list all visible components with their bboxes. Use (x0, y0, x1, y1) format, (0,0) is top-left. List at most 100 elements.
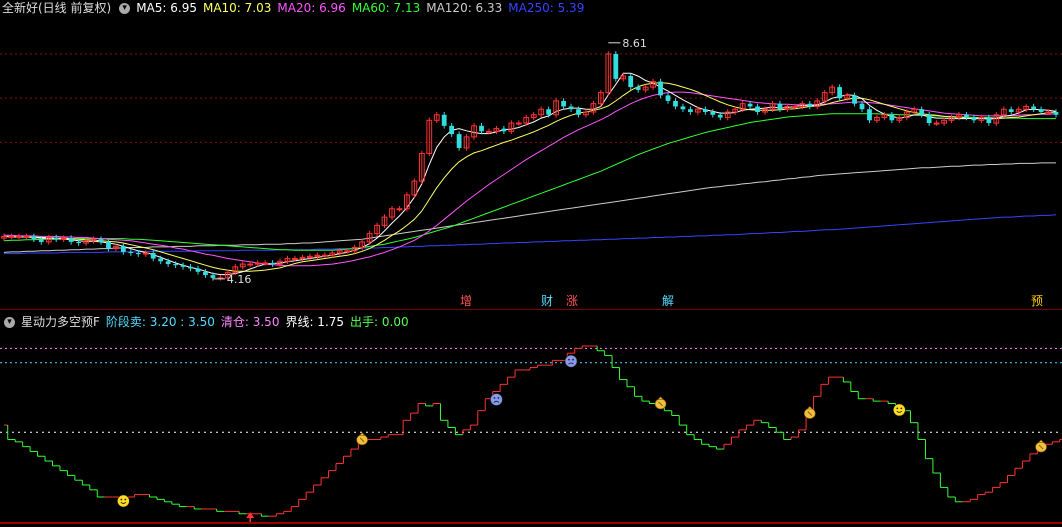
happy-face-icon-eye (900, 407, 903, 410)
signal-label-2: 界线: 1.75 (285, 315, 345, 329)
signal-label-0: 阶段卖: 3.20 : 3.50 (105, 315, 215, 329)
candle-body (210, 275, 216, 278)
candle-body (777, 103, 783, 110)
happy-face-icon (117, 494, 130, 508)
main-chart-header: 全新好(日线 前复权) ▾ MA5: 6.95 MA10: 7.03 MA20: 6.9… (2, 0, 596, 16)
candle-body (31, 236, 37, 240)
chart-canvas: 8.61 4.16 增 财涨 解 预 (0, 37, 1062, 522)
candle-body (106, 241, 111, 249)
candle-body (396, 208, 403, 211)
chevron-down-icon[interactable]: ▾ (4, 317, 15, 328)
candle-body (673, 100, 678, 107)
candle-body (1008, 109, 1014, 112)
candle-body (173, 264, 178, 266)
candle-body (128, 251, 134, 253)
candle-body (889, 114, 895, 121)
signal-marker-2: 涨 (566, 293, 578, 308)
candle-body (717, 114, 723, 118)
candle-body (665, 95, 671, 101)
happy-face-icon-eye (124, 498, 127, 501)
low-price-label: 4.16 (227, 273, 252, 286)
candle-body (702, 109, 708, 112)
candle-body (986, 117, 992, 124)
sad-face-icon-eye (572, 358, 574, 361)
candle-body (321, 254, 328, 257)
ma-label-1: MA10: 7.03 (202, 1, 272, 15)
candle-body (515, 122, 522, 125)
candle-body (1053, 112, 1059, 115)
money-bag-icon-top (1037, 439, 1045, 443)
ma-label-2: MA20: 6.96 (277, 1, 346, 15)
money-bag-icon-top (806, 406, 814, 410)
happy-face-icon-eye (120, 498, 123, 501)
candle-body (262, 262, 269, 265)
happy-face-icon-eye (896, 407, 899, 410)
candle-body (456, 134, 462, 148)
candle-body (710, 112, 716, 115)
ma-label-3: MA60: 7.13 (351, 1, 421, 15)
candle-body (135, 253, 141, 255)
money-bag-icon-top (358, 432, 366, 436)
ma-line-ma5 (3, 72, 1057, 276)
high-price-label: 8.61 (622, 37, 647, 50)
ma-line-ma250 (4, 214, 1057, 255)
candle-body (203, 271, 208, 276)
candle-body (479, 125, 484, 132)
candle-body (188, 266, 193, 269)
candle-body (1038, 109, 1044, 112)
signal-label-1: 清仓: 3.50 (220, 315, 280, 329)
candle-body (195, 268, 201, 272)
ma-label-0: MA5: 6.95 (136, 1, 197, 15)
candle-body (344, 250, 351, 253)
ma-label-5: MA250: 5.39 (508, 1, 585, 15)
candle-body (165, 261, 171, 265)
candle-body (449, 125, 455, 135)
candle-body (576, 109, 581, 115)
ma-line-ma10 (4, 82, 1057, 272)
buy-arrow-icon (246, 512, 255, 518)
candle-body (292, 258, 298, 261)
candle-body (53, 237, 59, 240)
candle-body (933, 122, 940, 125)
candle-body (150, 253, 156, 259)
sad-face-icon-eye (568, 358, 570, 361)
pane-divider[interactable] (0, 309, 1062, 310)
bottom-border (0, 522, 1062, 524)
candle-body (546, 109, 552, 115)
stock-chart-window: 8.61 4.16 增 财涨 解 预 全新好(日线 前复权) ▾ MA5: 6.95 MA10:… (0, 0, 1062, 527)
candle-body (867, 109, 872, 121)
candle-body (120, 246, 126, 252)
candle-body (658, 81, 663, 96)
stock-title: 全新好(日线 前复权) (2, 1, 112, 15)
candle-body (1045, 111, 1052, 114)
candle-body (158, 258, 164, 262)
candle-body (635, 87, 641, 90)
candle-body (926, 114, 932, 124)
candle-body (8, 235, 15, 238)
candle-body (837, 87, 843, 99)
chevron-down-icon[interactable]: ▾ (119, 3, 131, 14)
candle-body (68, 238, 74, 242)
candle-body (76, 241, 81, 244)
signal-marker-0: 增 (460, 294, 472, 308)
candle-body (852, 95, 857, 104)
ma-line-ma120 (3, 162, 1056, 253)
signal-marker-4: 预 (1031, 294, 1043, 308)
sad-face-icon-eye (497, 397, 500, 399)
candle-body (501, 128, 507, 132)
candle-body (1031, 106, 1037, 110)
signal-marker-1: 财 (541, 294, 553, 308)
candle-body (791, 105, 798, 108)
candle-body (688, 109, 693, 112)
sub-chart-header: ▾ 星动力多空预F 阶段卖: 3.20 : 3.50 清仓: 3.50 界线: 1.75… (2, 314, 421, 330)
candle-body (747, 103, 753, 107)
ma-line-ma60 (3, 113, 1056, 251)
candle-body (680, 106, 686, 110)
indicator-title: 星动力多空预F (21, 315, 100, 329)
candle-body (561, 100, 566, 107)
sad-face-icon (564, 354, 578, 368)
candle-body (16, 235, 22, 238)
candle-body (38, 239, 44, 242)
candle-body (568, 106, 574, 110)
candle-body (613, 53, 619, 79)
